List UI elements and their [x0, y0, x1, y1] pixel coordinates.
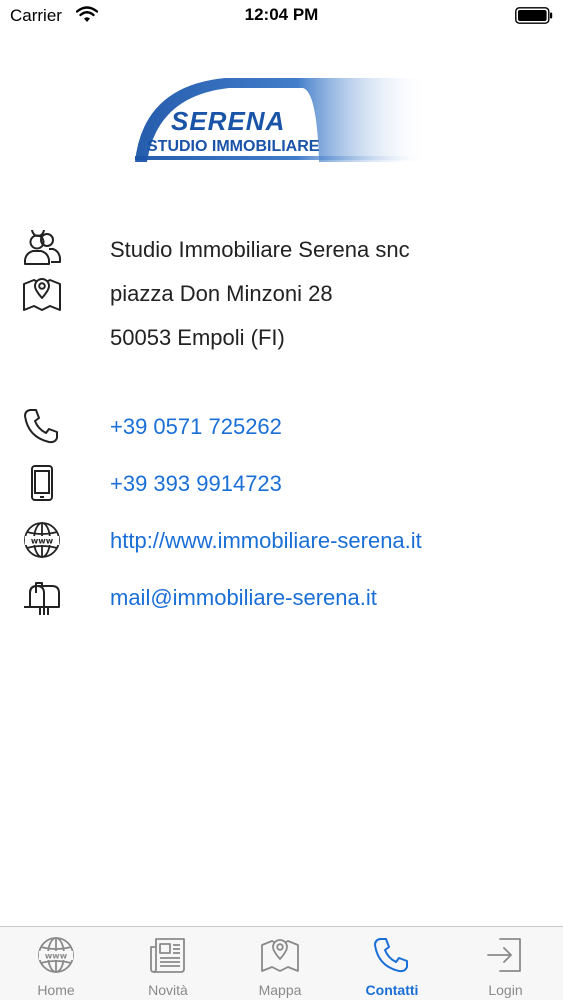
tab-label: Novità — [148, 982, 188, 998]
tab-contatti[interactable]: Contatti — [336, 927, 448, 1000]
svg-text:www: www — [31, 537, 54, 546]
map-icon — [261, 939, 299, 972]
phone-row[interactable]: +39 0571 725262 — [0, 406, 563, 450]
tab-label: Mappa — [258, 982, 302, 998]
phone-link[interactable]: +39 0571 725262 — [110, 414, 282, 440]
map-pin-icon — [23, 278, 61, 311]
logo-subtitle: STUDIO IMMOBILIARE — [147, 138, 320, 155]
company-name: Studio Immobiliare Serena snc — [110, 237, 410, 262]
phone-icon — [374, 938, 408, 973]
mobile-link[interactable]: +39 393 9914723 — [110, 471, 282, 497]
phone-icon — [24, 409, 58, 444]
mobile-phone-icon — [31, 465, 53, 501]
logo-title: SERENA — [171, 106, 286, 136]
website-row[interactable]: www http://www.immobiliare-serena.it — [0, 520, 563, 564]
tab-label: Home — [37, 982, 75, 998]
globe-icon: www — [24, 522, 60, 558]
company-logo: SERENA STUDIO IMMOBILIARE — [133, 76, 429, 162]
login-icon — [487, 938, 521, 972]
tab-novita[interactable]: Novità — [112, 927, 224, 1000]
mobile-row[interactable]: +39 393 9914723 — [0, 463, 563, 507]
globe-icon: www — [38, 937, 74, 973]
tab-home[interactable]: www Home — [0, 927, 112, 1000]
company-row: Studio Immobiliare Serena snc — [0, 230, 563, 270]
people-icon — [24, 230, 61, 265]
website-link[interactable]: http://www.immobiliare-serena.it — [110, 528, 422, 554]
clock: 12:04 PM — [244, 5, 319, 24]
mailbox-icon — [24, 582, 60, 615]
newspaper-icon — [150, 938, 185, 973]
svg-text:www: www — [45, 952, 68, 961]
contacts-screen: Carrier 12:04 PM SERENA STUDIO IMMOBILIA… — [0, 0, 563, 1000]
email-link[interactable]: mail@immobiliare-serena.it — [110, 585, 377, 611]
address-street: piazza Don Minzoni 28 — [110, 281, 333, 306]
tab-label: Login — [488, 982, 523, 998]
tab-label: Contatti — [365, 982, 419, 998]
tab-login[interactable]: Login — [448, 927, 563, 1000]
tab-bar: www Home Novità Mappa Contatti Login — [0, 926, 563, 1000]
email-row[interactable]: mail@immobiliare-serena.it — [0, 577, 563, 621]
address-city: 50053 Empoli (FI) — [110, 325, 285, 350]
battery-icon — [515, 7, 553, 24]
tab-mappa[interactable]: Mappa — [224, 927, 336, 1000]
address-row[interactable]: piazza Don Minzoni 28 50053 Empoli (FI) — [0, 272, 563, 362]
status-bar: Carrier 12:04 PM — [0, 0, 563, 32]
